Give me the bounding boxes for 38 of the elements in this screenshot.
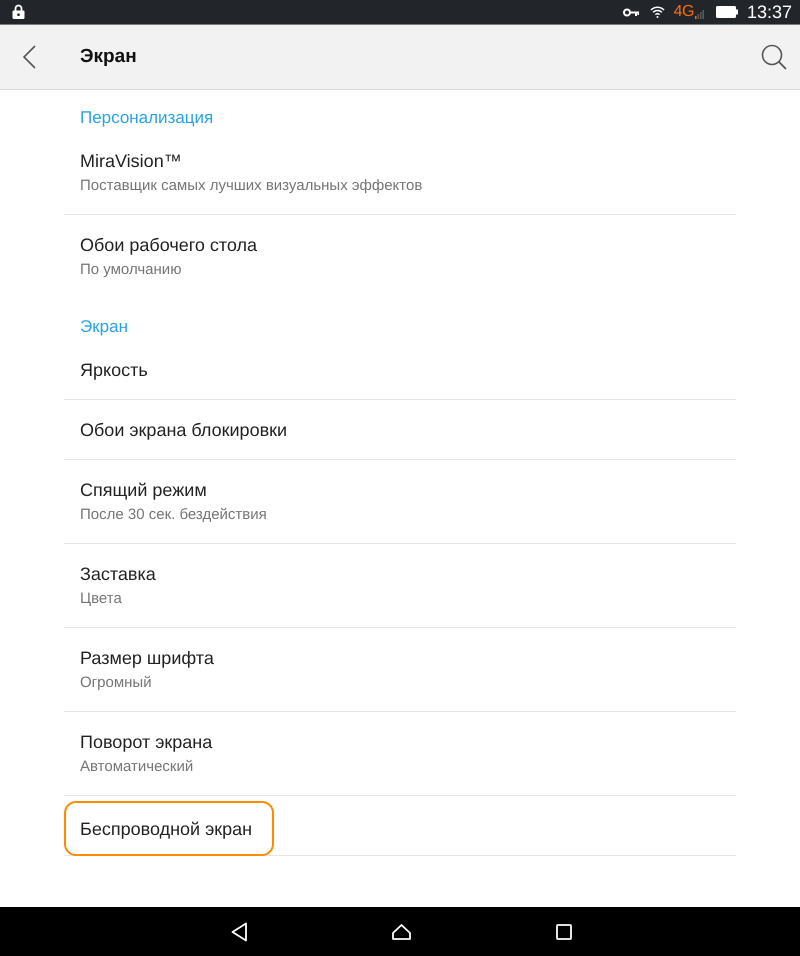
setting-title: Размер шрифта [80, 647, 214, 669]
setting-title: Яркость [80, 358, 148, 380]
setting-title: Спящий режим [80, 479, 207, 501]
setting-title: Беспроводной экран [80, 818, 252, 840]
setting-value: Огромный [80, 673, 152, 693]
settings-list-item[interactable]: Размер шрифта Огромный [64, 628, 736, 712]
home-icon[interactable] [392, 924, 410, 940]
settings-list-item[interactable]: Поворот экрана Автоматический [64, 712, 736, 796]
settings-list-item[interactable]: Обои экрана блокировки [64, 400, 736, 460]
setting-value: Цвета [80, 589, 122, 609]
setting-title: Заставка [80, 563, 156, 585]
setting-value: Автоматический [80, 757, 194, 777]
settings-list-item[interactable]: Беспроводной экран [64, 796, 736, 856]
screen-title: Экран [80, 46, 137, 68]
setting-title: Поворот экрана [80, 731, 212, 753]
back-icon[interactable] [22, 45, 36, 69]
settings-list-item[interactable]: Заставка Цвета [64, 544, 736, 628]
key-icon [622, 8, 639, 16]
network-type: 4G [674, 3, 694, 21]
setting-value: После 30 сек. бездействия [80, 505, 267, 525]
section-header: Персонализация [79, 107, 214, 129]
setting-title: MiraVision™ [80, 150, 182, 172]
setting-title: Обои рабочего стола [80, 234, 258, 256]
settings-list-item[interactable]: Спящий режим После 30 сек. бездействия [64, 460, 736, 544]
wifi-icon [650, 6, 665, 18]
search-icon[interactable] [761, 44, 787, 70]
setting-value: Поставщик самых лучших визуальных эффектов [80, 176, 422, 196]
battery-icon [716, 6, 738, 18]
status-time: 13:37 [746, 2, 792, 22]
settings-list-item[interactable]: Яркость [64, 340, 736, 400]
recents-icon[interactable] [556, 924, 572, 940]
section-header: Экран [79, 316, 129, 338]
settings-list-item[interactable]: Обои рабочего стола По умолчанию [64, 215, 736, 299]
settings-list-item[interactable]: MiraVision™ Поставщик самых лучших визуальных эффектов [64, 131, 736, 215]
lock-icon [12, 4, 25, 18]
setting-value: По умолчанию [80, 260, 182, 280]
signal-bars-icon [694, 10, 704, 19]
setting-title: Обои экрана блокировки [80, 418, 288, 440]
